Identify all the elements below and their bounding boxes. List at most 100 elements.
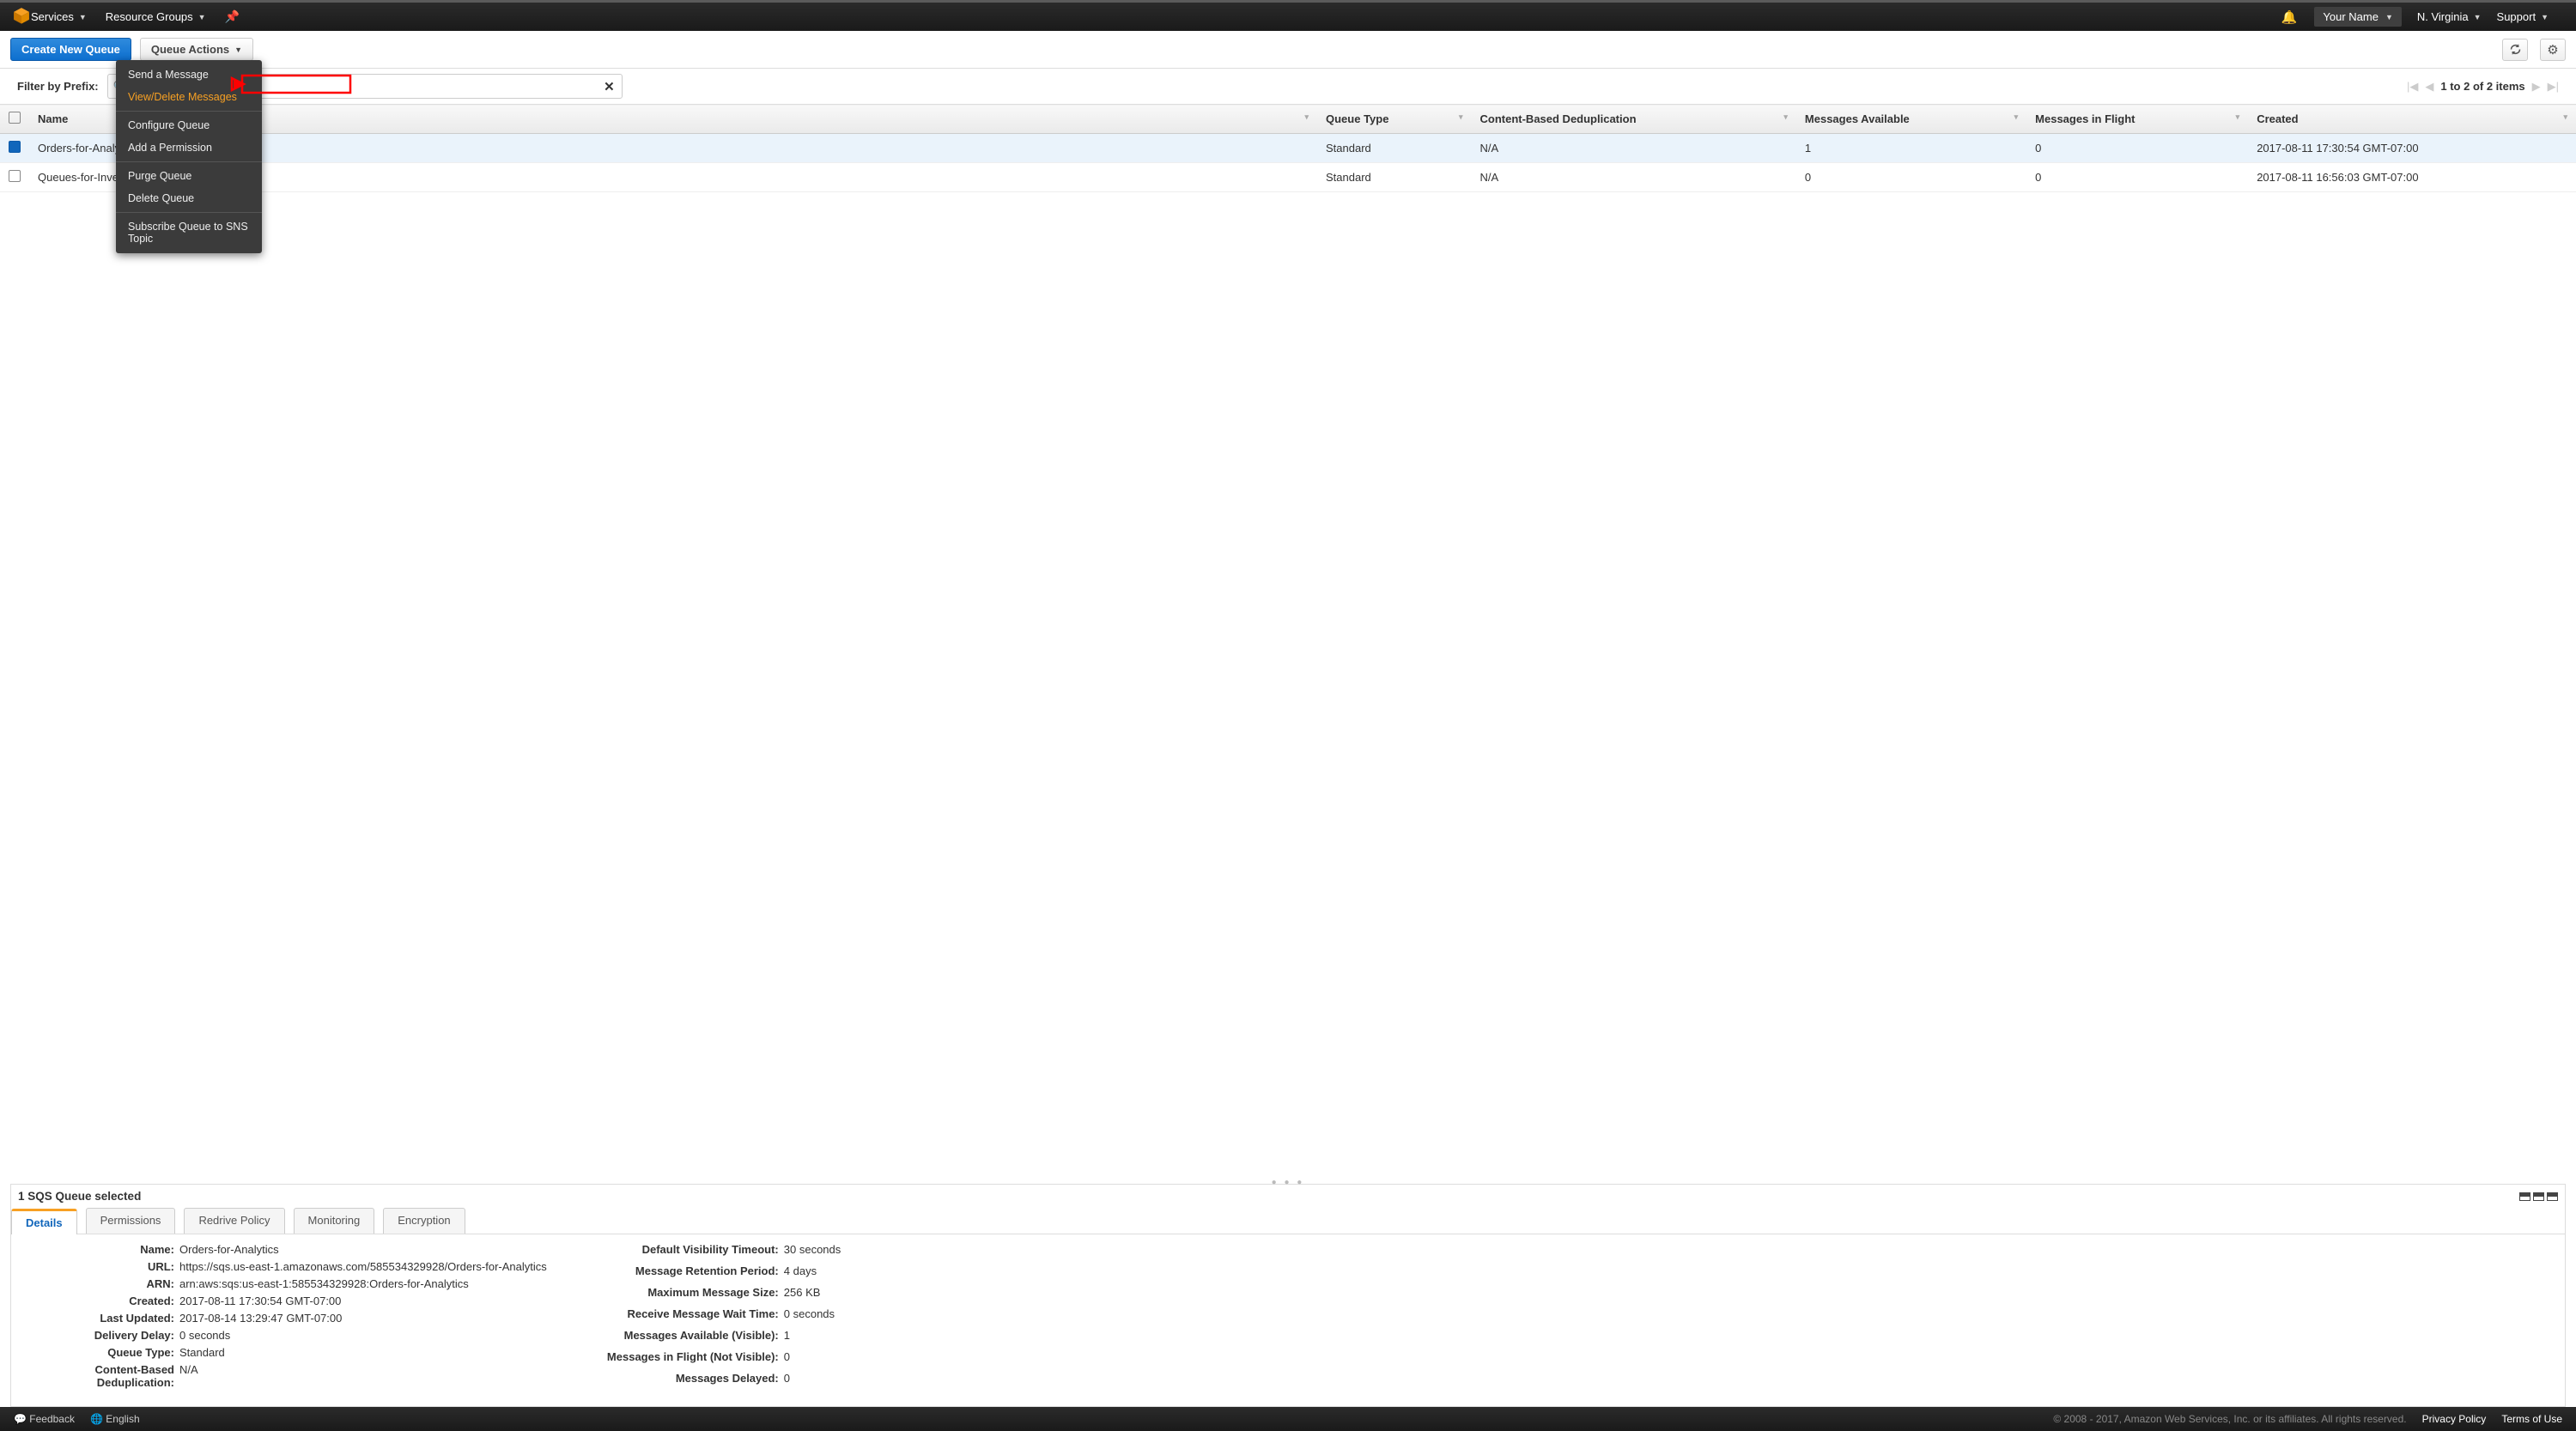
detail-key: Delivery Delay: (28, 1329, 174, 1342)
support-menu[interactable]: Support ▼ (2497, 10, 2549, 23)
annotation-arrow (225, 70, 354, 98)
toolbar: Create New Queue Queue Actions ▼ ⚙ (0, 31, 2576, 69)
table-row[interactable]: Orders-for-AnalyticsStandardN/A102017-08… (0, 134, 2576, 163)
menu-subscribe-sns[interactable]: Subscribe Queue to SNS Topic (116, 215, 262, 250)
column-cbd[interactable]: Content-Based Deduplication▾ (1472, 105, 1796, 134)
tab-encryption[interactable]: Encryption (383, 1208, 465, 1234)
detail-value: 4 days (784, 1264, 841, 1277)
support-label: Support (2497, 10, 2537, 23)
detail-value: 0 (784, 1372, 841, 1385)
privacy-policy-link[interactable]: Privacy Policy (2422, 1413, 2487, 1425)
detail-key: URL: (28, 1260, 174, 1273)
gear-icon: ⚙ (2547, 42, 2558, 58)
details-panel: ● ● ● 1 SQS Queue selected Details Permi… (10, 1184, 2566, 1407)
services-menu[interactable]: Services ▼ (31, 10, 87, 23)
page-prev-icon[interactable]: ◀ (2425, 80, 2433, 94)
clear-filter-button[interactable]: ✕ (604, 79, 615, 94)
region-menu[interactable]: N. Virginia ▼ (2417, 10, 2482, 23)
services-label: Services (31, 10, 74, 23)
chevron-down-icon: ▼ (234, 45, 242, 54)
resource-groups-label: Resource Groups (106, 10, 193, 23)
menu-add-permission[interactable]: Add a Permission (116, 136, 262, 159)
notifications-icon[interactable]: 🔔 (2281, 9, 2298, 25)
row-checkbox[interactable] (9, 141, 21, 153)
detail-value: 2017-08-11 17:30:54 GMT-07:00 (179, 1295, 547, 1307)
detail-value: Standard (179, 1346, 547, 1359)
queue-actions-label: Queue Actions (151, 43, 229, 56)
cell-avail: 0 (1796, 163, 2026, 192)
detail-value: 0 (784, 1350, 841, 1363)
refresh-button[interactable] (2502, 39, 2528, 61)
detail-key: Name: (28, 1243, 174, 1256)
language-menu[interactable]: 🌐 English (90, 1413, 140, 1425)
page-last-icon[interactable]: ▶| (2548, 80, 2559, 94)
details-title: 1 SQS Queue selected (18, 1190, 141, 1203)
feedback-link[interactable]: 💬 Feedback (14, 1413, 75, 1425)
resource-groups-menu[interactable]: Resource Groups ▼ (106, 10, 206, 23)
menu-purge-queue[interactable]: Purge Queue (116, 165, 262, 187)
chevron-down-icon: ▼ (2541, 13, 2549, 21)
table-row[interactable]: Queues-for-InventoryStandardN/A002017-08… (0, 163, 2576, 192)
detail-value: arn:aws:sqs:us-east-1:585534329928:Order… (179, 1277, 547, 1290)
queues-table: Name▾ Queue Type▾ Content-Based Deduplic… (0, 104, 2576, 192)
detail-value: 1 (784, 1329, 841, 1342)
column-created[interactable]: Created▾ (2248, 105, 2576, 134)
resize-handle-icon[interactable]: ● ● ● (11, 1178, 2565, 1187)
detail-value: 0 seconds (784, 1307, 841, 1320)
detail-key: Content-Based Deduplication: (28, 1363, 174, 1389)
settings-button[interactable]: ⚙ (2540, 39, 2566, 61)
pin-icon[interactable]: 📌 (225, 9, 240, 24)
cell-cbd: N/A (1472, 163, 1796, 192)
filter-label: Filter by Prefix: (17, 80, 99, 93)
tab-monitoring[interactable]: Monitoring (294, 1208, 375, 1234)
detail-key: Last Updated: (28, 1312, 174, 1325)
terms-of-use-link[interactable]: Terms of Use (2501, 1413, 2562, 1425)
footer: 💬 Feedback 🌐 English © 2008 - 2017, Amaz… (0, 1407, 2576, 1431)
details-left-column: Name:Orders-for-AnalyticsURL:https://sqs… (28, 1243, 547, 1389)
footer-copy: © 2008 - 2017, Amazon Web Services, Inc.… (2053, 1413, 2406, 1425)
detail-value: 0 seconds (179, 1329, 547, 1342)
queue-actions-button[interactable]: Queue Actions ▼ (140, 38, 253, 61)
aws-logo-icon[interactable] (12, 6, 31, 27)
chevron-down-icon: ▼ (2474, 13, 2482, 21)
tab-permissions[interactable]: Permissions (86, 1208, 176, 1234)
detail-key: Receive Message Wait Time: (581, 1307, 779, 1320)
create-queue-button[interactable]: Create New Queue (10, 38, 131, 61)
filter-bar: Filter by Prefix: 🔍 ✕ |◀ ◀ 1 to 2 of 2 i… (0, 69, 2576, 104)
detail-key: Maximum Message Size: (581, 1286, 779, 1299)
cell-type: Standard (1317, 163, 1472, 192)
cell-flight: 0 (2026, 134, 2248, 163)
detail-value: 30 seconds (784, 1243, 841, 1256)
detail-key: ARN: (28, 1277, 174, 1290)
detail-key: Messages in Flight (Not Visible): (581, 1350, 779, 1363)
global-nav: Services ▼ Resource Groups ▼ 📌 🔔 Your Na… (0, 0, 2576, 31)
column-messages-available[interactable]: Messages Available▾ (1796, 105, 2026, 134)
cell-created: 2017-08-11 17:30:54 GMT-07:00 (2248, 134, 2576, 163)
refresh-icon (2509, 43, 2522, 56)
cell-avail: 1 (1796, 134, 2026, 163)
menu-configure-queue[interactable]: Configure Queue (116, 114, 262, 136)
tab-redrive-policy[interactable]: Redrive Policy (184, 1208, 284, 1234)
column-messages-in-flight[interactable]: Messages in Flight▾ (2026, 105, 2248, 134)
page-next-icon[interactable]: ▶ (2532, 80, 2541, 94)
detail-value: https://sqs.us-east-1.amazonaws.com/5855… (179, 1260, 547, 1273)
menu-delete-queue[interactable]: Delete Queue (116, 187, 262, 209)
column-queue-type[interactable]: Queue Type▾ (1317, 105, 1472, 134)
row-checkbox[interactable] (9, 170, 21, 182)
detail-key: Default Visibility Timeout: (581, 1243, 779, 1256)
region-label: N. Virginia (2417, 10, 2469, 23)
details-tabs: Details Permissions Redrive Policy Monit… (11, 1203, 2565, 1234)
account-menu[interactable]: Your Name ▼ (2314, 7, 2401, 27)
tab-details[interactable]: Details (11, 1209, 77, 1234)
cell-flight: 0 (2026, 163, 2248, 192)
table-header-row: Name▾ Queue Type▾ Content-Based Deduplic… (0, 105, 2576, 134)
chevron-down-icon: ▼ (79, 13, 87, 21)
detail-key: Message Retention Period: (581, 1264, 779, 1277)
page-first-icon[interactable]: |◀ (2407, 80, 2418, 94)
detail-key: Queue Type: (28, 1346, 174, 1359)
account-label: Your Name (2323, 10, 2379, 23)
column-checkbox[interactable] (0, 105, 29, 134)
layout-toggle[interactable] (2519, 1192, 2558, 1201)
chevron-down-icon: ▼ (198, 13, 206, 21)
cell-cbd: N/A (1472, 134, 1796, 163)
